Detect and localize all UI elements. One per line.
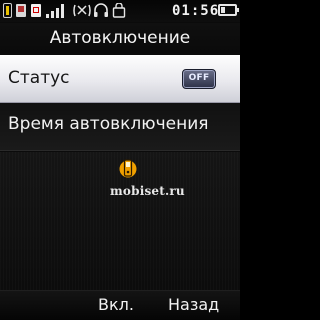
- softkey-back-button[interactable]: Назад: [168, 295, 219, 314]
- settings-list: Статус OFF Время автовключения: [0, 55, 240, 151]
- battery-icon: [218, 4, 239, 16]
- list-item-status[interactable]: Статус OFF: [0, 55, 240, 103]
- phone-screen: 01:56 Автовключение Статус OFF Время авт…: [0, 0, 240, 320]
- watermark-text: mobiset.ru: [110, 184, 185, 198]
- status-clock: 01:56: [172, 3, 220, 19]
- list-item-autostart-time[interactable]: Время автовключения: [0, 103, 240, 151]
- bag-icon: [112, 3, 126, 18]
- headset-icon: [94, 3, 108, 17]
- message-icon: [31, 4, 41, 17]
- signal-icon: [46, 3, 68, 18]
- status-toggle[interactable]: OFF: [182, 69, 216, 89]
- watermark: mobiset.ru: [110, 156, 190, 216]
- page-title: Автовключение: [0, 23, 240, 53]
- vibrate-icon: [73, 4, 91, 17]
- sim-icon: [16, 4, 26, 17]
- softkey-enable-button[interactable]: Вкл.: [98, 295, 134, 314]
- phone-battery-icon: [3, 3, 12, 18]
- list-item-label: Статус: [8, 68, 70, 88]
- status-bar: 01:56: [0, 0, 240, 22]
- toggle-label: OFF: [188, 73, 210, 83]
- mobile-phone-icon: [119, 159, 137, 178]
- softkey-bar: Вкл. Назад: [0, 290, 240, 320]
- list-item-label: Время автовключения: [8, 114, 209, 134]
